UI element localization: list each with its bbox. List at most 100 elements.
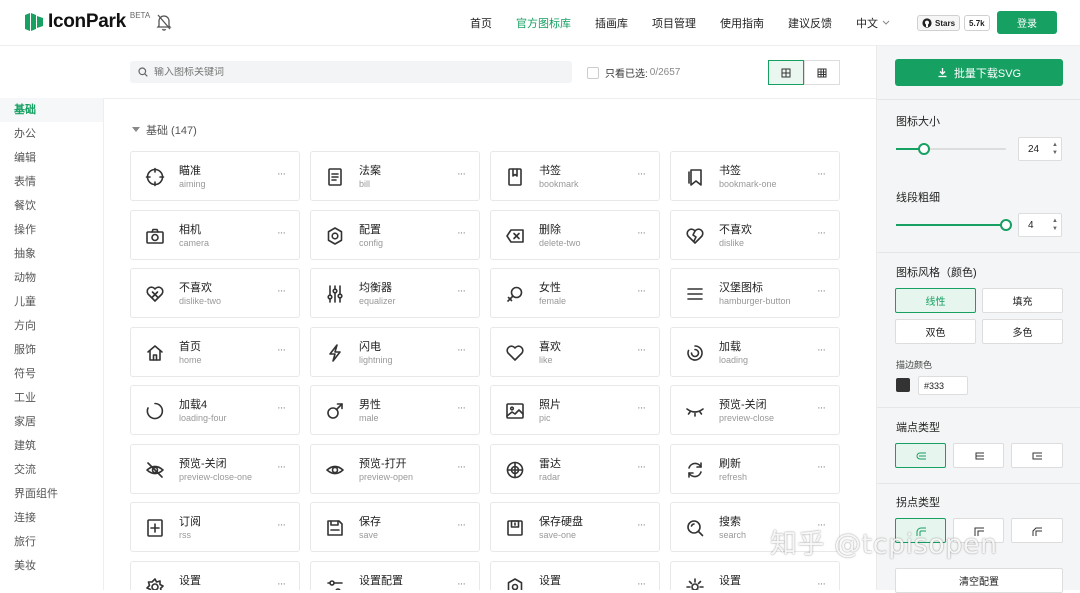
nav-guide[interactable]: 使用指南 bbox=[720, 15, 764, 31]
more-options-icon[interactable]: ··· bbox=[277, 344, 286, 356]
icon-card[interactable]: 设置 ··· bbox=[130, 561, 300, 590]
cap-butt-button[interactable] bbox=[953, 443, 1004, 468]
sidebar-item[interactable]: 儿童 bbox=[0, 290, 103, 314]
icon-card[interactable]: 预览-关闭 preview-close-one ··· bbox=[130, 444, 300, 494]
icon-card[interactable]: 刷新 refresh ··· bbox=[670, 444, 840, 494]
icon-card[interactable]: 订阅 rss ··· bbox=[130, 502, 300, 552]
style-filled-button[interactable]: 填充 bbox=[982, 288, 1063, 313]
nav-projects[interactable]: 项目管理 bbox=[652, 15, 696, 31]
icon-card[interactable]: 保存 save ··· bbox=[310, 502, 480, 552]
more-options-icon[interactable]: ··· bbox=[457, 578, 466, 590]
stroke-width-input[interactable]: 4 ▲ ▼ bbox=[1018, 213, 1062, 237]
stroke-width-slider-handle[interactable] bbox=[1000, 219, 1012, 231]
compact-view-button[interactable] bbox=[804, 60, 840, 85]
icon-size-stepper-icon[interactable]: ▲ ▼ bbox=[1052, 141, 1058, 157]
sidebar-item[interactable]: 表情 bbox=[0, 170, 103, 194]
more-options-icon[interactable]: ··· bbox=[457, 168, 466, 180]
more-options-icon[interactable]: ··· bbox=[457, 519, 466, 531]
stroke-color-swatch[interactable] bbox=[896, 378, 910, 392]
nav-official-icons[interactable]: 官方图标库 bbox=[516, 15, 571, 31]
reset-config-button[interactable]: 清空配置 bbox=[895, 568, 1063, 593]
cap-round-button[interactable] bbox=[895, 443, 946, 468]
sidebar-item[interactable]: 方向 bbox=[0, 314, 103, 338]
login-button[interactable]: 登录 bbox=[997, 11, 1057, 34]
more-options-icon[interactable]: ··· bbox=[277, 519, 286, 531]
icon-card[interactable]: 首页 home ··· bbox=[130, 327, 300, 377]
style-two-tone-button[interactable]: 双色 bbox=[895, 319, 976, 344]
sidebar-item[interactable]: 餐饮 bbox=[0, 194, 103, 218]
icon-card[interactable]: 喜欢 like ··· bbox=[490, 327, 660, 377]
sidebar-item[interactable]: 服饰 bbox=[0, 338, 103, 362]
icon-card[interactable]: 加载 loading ··· bbox=[670, 327, 840, 377]
more-options-icon[interactable]: ··· bbox=[277, 227, 286, 239]
icon-card[interactable]: 法案 bill ··· bbox=[310, 151, 480, 201]
sidebar-item[interactable]: 办公 bbox=[0, 122, 103, 146]
more-options-icon[interactable]: ··· bbox=[457, 461, 466, 473]
sidebar-item[interactable]: 建筑 bbox=[0, 434, 103, 458]
more-options-icon[interactable]: ··· bbox=[637, 285, 646, 297]
grid-view-button[interactable] bbox=[768, 60, 804, 85]
sidebar-item[interactable]: 基础 bbox=[0, 98, 103, 122]
more-options-icon[interactable]: ··· bbox=[817, 578, 826, 590]
icon-card[interactable]: 雷达 radar ··· bbox=[490, 444, 660, 494]
language-select[interactable]: 中文 bbox=[856, 15, 890, 31]
icon-card[interactable]: 预览-关闭 preview-close ··· bbox=[670, 385, 840, 435]
sidebar-item[interactable]: 抽象 bbox=[0, 242, 103, 266]
icon-card[interactable]: 预览-打开 preview-open ··· bbox=[310, 444, 480, 494]
icon-card[interactable]: 照片 pic ··· bbox=[490, 385, 660, 435]
sidebar-item[interactable]: 符号 bbox=[0, 362, 103, 386]
icon-card[interactable]: 男性 male ··· bbox=[310, 385, 480, 435]
batch-download-button[interactable]: 批量下载SVG bbox=[895, 59, 1063, 86]
group-header[interactable]: 基础 (147) bbox=[132, 122, 197, 138]
stroke-color-input[interactable]: #333 bbox=[918, 376, 968, 395]
icon-card[interactable]: 女性 female ··· bbox=[490, 268, 660, 318]
icon-card[interactable]: 相机 camera ··· bbox=[130, 210, 300, 260]
icon-card[interactable]: 保存硬盘 save-one ··· bbox=[490, 502, 660, 552]
nav-feedback[interactable]: 建议反馈 bbox=[788, 15, 832, 31]
icon-card[interactable]: 闪电 lightning ··· bbox=[310, 327, 480, 377]
icon-size-slider-handle[interactable] bbox=[917, 143, 930, 155]
more-options-icon[interactable]: ··· bbox=[817, 461, 826, 473]
sidebar-item[interactable]: 家居 bbox=[0, 410, 103, 434]
search-input[interactable] bbox=[154, 66, 554, 78]
more-options-icon[interactable]: ··· bbox=[457, 402, 466, 414]
sidebar-item[interactable]: 编辑 bbox=[0, 146, 103, 170]
icon-card[interactable]: 均衡器 equalizer ··· bbox=[310, 268, 480, 318]
stroke-width-slider[interactable] bbox=[896, 219, 1012, 231]
more-options-icon[interactable]: ··· bbox=[637, 344, 646, 356]
more-options-icon[interactable]: ··· bbox=[457, 227, 466, 239]
more-options-icon[interactable]: ··· bbox=[817, 285, 826, 297]
icon-card[interactable]: 设置 ··· bbox=[670, 561, 840, 590]
more-options-icon[interactable]: ··· bbox=[817, 168, 826, 180]
icon-card[interactable]: 不喜欢 dislike ··· bbox=[670, 210, 840, 260]
style-multi-color-button[interactable]: 多色 bbox=[982, 319, 1063, 344]
sidebar-item[interactable]: 界面组件 bbox=[0, 482, 103, 506]
icon-card[interactable]: 加载4 loading-four ··· bbox=[130, 385, 300, 435]
more-options-icon[interactable]: ··· bbox=[637, 519, 646, 531]
icon-card[interactable]: 书签 bookmark ··· bbox=[490, 151, 660, 201]
more-options-icon[interactable]: ··· bbox=[277, 168, 286, 180]
sidebar-item[interactable]: 动物 bbox=[0, 266, 103, 290]
more-options-icon[interactable]: ··· bbox=[277, 402, 286, 414]
sidebar-item[interactable]: 旅行 bbox=[0, 530, 103, 554]
more-options-icon[interactable]: ··· bbox=[637, 461, 646, 473]
join-bevel-button[interactable] bbox=[1011, 518, 1063, 543]
sidebar-item[interactable]: 交流 bbox=[0, 458, 103, 482]
stroke-width-stepper-icon[interactable]: ▲ ▼ bbox=[1052, 217, 1058, 233]
style-outline-button[interactable]: 线性 bbox=[895, 288, 976, 313]
more-options-icon[interactable]: ··· bbox=[277, 285, 286, 297]
more-options-icon[interactable]: ··· bbox=[457, 344, 466, 356]
only-selected-filter[interactable]: 只看已选: 0/2657 bbox=[587, 65, 680, 80]
notification-off-icon[interactable] bbox=[156, 13, 172, 31]
more-options-icon[interactable]: ··· bbox=[817, 402, 826, 414]
sidebar-item[interactable]: 操作 bbox=[0, 218, 103, 242]
github-stars[interactable]: Stars 5.7k bbox=[917, 15, 990, 31]
sidebar-item[interactable]: 美妆 bbox=[0, 554, 103, 578]
nav-home[interactable]: 首页 bbox=[470, 15, 492, 31]
more-options-icon[interactable]: ··· bbox=[277, 578, 286, 590]
github-star-button[interactable]: Stars bbox=[917, 15, 961, 31]
icon-card[interactable]: 瞄准 aiming ··· bbox=[130, 151, 300, 201]
more-options-icon[interactable]: ··· bbox=[817, 227, 826, 239]
nav-illustrations[interactable]: 插画库 bbox=[595, 15, 628, 31]
icon-card[interactable]: 设置 ··· bbox=[490, 561, 660, 590]
